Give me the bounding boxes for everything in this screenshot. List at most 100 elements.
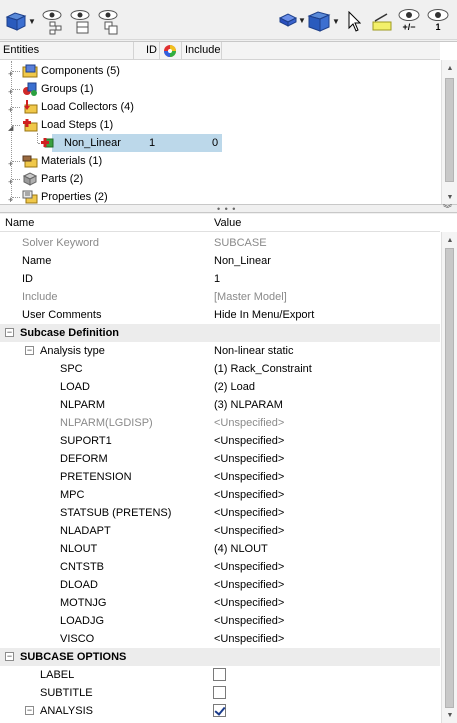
entity-state-button[interactable] — [40, 9, 64, 35]
property-name: DEFORM — [60, 453, 108, 465]
property-name: VISCO — [60, 633, 95, 645]
entity-config-icon — [98, 10, 118, 35]
collapse-group-icon[interactable]: − — [25, 706, 34, 715]
property-row[interactable]: LOADJG <Unspecified> — [0, 612, 440, 630]
scroll-thumb[interactable] — [445, 248, 454, 708]
property-row[interactable]: Include [Master Model] — [0, 288, 440, 306]
property-name: ID — [22, 273, 33, 285]
col-color[interactable] — [160, 42, 182, 60]
property-section[interactable]: − SUBCASE OPTIONS — [0, 648, 440, 666]
property-value[interactable]: <Unspecified> — [214, 414, 284, 432]
panel-splitter[interactable]: • • • ︾ — [0, 204, 457, 214]
col-include[interactable]: Include — [182, 42, 222, 60]
entity-filter-button[interactable] — [68, 9, 92, 35]
property-value[interactable]: (3) NLPARAM — [214, 396, 283, 414]
isolate-button[interactable]: 1 — [426, 8, 450, 32]
property-row[interactable]: − Analysis type Non-linear static — [0, 342, 440, 360]
property-row[interactable]: LABEL — [0, 666, 440, 684]
scroll-down-icon[interactable]: ▼ — [442, 707, 457, 723]
property-value[interactable]: SUBCASE — [214, 234, 267, 252]
property-row[interactable]: Name Non_Linear — [0, 252, 440, 270]
col-id[interactable]: ID — [134, 42, 160, 60]
property-row[interactable]: DLOAD <Unspecified> — [0, 576, 440, 594]
option-checkbox[interactable] — [213, 668, 226, 681]
collapse-group-icon[interactable]: − — [25, 346, 34, 355]
property-row[interactable]: LOAD (2) Load — [0, 378, 440, 396]
tree-item-load-collectors[interactable]: + Load Collectors (4) — [0, 98, 440, 116]
tree-body: + Components (5) + Groups (1) + Load Col… — [0, 61, 440, 207]
property-value[interactable]: <Unspecified> — [214, 630, 284, 648]
property-row[interactable]: DEFORM <Unspecified> — [0, 450, 440, 468]
view-mode-button[interactable]: ▼ — [307, 9, 340, 33]
property-value[interactable]: <Unspecified> — [214, 450, 284, 468]
property-row[interactable]: SUBTITLE — [0, 684, 440, 702]
show-hide-button[interactable]: +/− — [397, 8, 421, 32]
property-value[interactable]: <Unspecified> — [214, 558, 284, 576]
tree-item-non-linear[interactable]: Non_Linear 1 0 — [0, 134, 440, 152]
load-step-icon — [41, 138, 54, 148]
load-collectors-icon — [24, 100, 38, 114]
property-value[interactable]: (1) Rack_Constraint — [214, 360, 312, 378]
property-row[interactable]: NLADAPT <Unspecified> — [0, 522, 440, 540]
property-row[interactable]: VISCO <Unspecified> — [0, 630, 440, 648]
property-section[interactable]: − Subcase Definition — [0, 324, 440, 342]
load-steps-icon — [23, 119, 38, 132]
scroll-thumb[interactable] — [445, 78, 454, 182]
entity-view-button[interactable]: ▼ — [5, 11, 36, 31]
property-row[interactable]: User Comments Hide In Menu/Export — [0, 306, 440, 324]
property-row[interactable]: NLPARM(LGDISP) <Unspecified> — [0, 414, 440, 432]
tree-scrollbar[interactable]: ▲ ▼ — [441, 60, 457, 205]
property-value[interactable]: <Unspecified> — [214, 522, 284, 540]
property-row[interactable]: MOTNJG <Unspecified> — [0, 594, 440, 612]
property-value[interactable]: Non_Linear — [214, 252, 271, 270]
highlight-button[interactable] — [371, 12, 393, 32]
scroll-up-icon[interactable]: ▲ — [442, 60, 457, 76]
property-row[interactable]: − ANALYSIS — [0, 702, 440, 720]
property-value[interactable]: <Unspecified> — [214, 486, 284, 504]
property-value[interactable]: <Unspecified> — [214, 468, 284, 486]
tree-item-load-steps[interactable]: ◢ Load Steps (1) — [0, 116, 440, 134]
option-checkbox[interactable] — [213, 704, 226, 717]
property-row[interactable]: Solver Keyword SUBCASE — [0, 234, 440, 252]
tree-item-id: 1 — [149, 137, 156, 149]
property-name: STATSUB (PRETENS) — [60, 507, 172, 519]
property-value[interactable]: [Master Model] — [214, 288, 287, 306]
isolate-label: 1 — [435, 22, 441, 32]
property-value[interactable]: Non-linear static — [214, 342, 293, 360]
tree-item-components[interactable]: + Components (5) — [0, 62, 440, 80]
property-grid: Name Value Solver Keyword SUBCASE Name Non_… — [0, 214, 457, 723]
property-row[interactable]: PRETENSION <Unspecified> — [0, 468, 440, 486]
property-value[interactable]: <Unspecified> — [214, 504, 284, 522]
property-name: MOTNJG — [60, 597, 107, 609]
scroll-up-icon[interactable]: ▲ — [442, 232, 457, 248]
tree-item-parts[interactable]: + Parts (2) — [0, 170, 440, 188]
tree-item-label: Non_Linear — [64, 137, 121, 149]
option-checkbox[interactable] — [213, 686, 226, 699]
entity-config-button[interactable] — [96, 9, 120, 35]
tree-item-groups[interactable]: + Groups (1) — [0, 80, 440, 98]
property-value[interactable]: (4) NLOUT — [214, 540, 268, 558]
view-mode-icon — [307, 11, 331, 32]
collapse-section-icon[interactable]: − — [5, 652, 14, 661]
tree-item-materials[interactable]: + Materials (1) — [0, 152, 440, 170]
property-row[interactable]: MPC <Unspecified> — [0, 486, 440, 504]
property-scrollbar[interactable]: ▲ ▼ — [441, 232, 457, 723]
property-value[interactable]: (2) Load — [214, 378, 255, 396]
property-row[interactable]: STATSUB (PRETENS) <Unspecified> — [0, 504, 440, 522]
property-value[interactable]: <Unspecified> — [214, 576, 284, 594]
property-row[interactable]: SUPORT1 <Unspecified> — [0, 432, 440, 450]
property-row[interactable]: NLOUT (4) NLOUT — [0, 540, 440, 558]
col-entities[interactable]: Entities — [0, 42, 134, 60]
select-cursor-button[interactable] — [347, 11, 361, 33]
property-value[interactable]: <Unspecified> — [214, 432, 284, 450]
property-value[interactable]: <Unspecified> — [214, 594, 284, 612]
property-value[interactable]: <Unspecified> — [214, 612, 284, 630]
property-row[interactable]: SPC (1) Rack_Constraint — [0, 360, 440, 378]
collapse-section-icon[interactable]: − — [5, 328, 14, 337]
property-row[interactable]: CNTSTB <Unspecified> — [0, 558, 440, 576]
display-mode-button[interactable]: ▼ — [279, 12, 306, 28]
property-row[interactable]: NLPARM (3) NLPARAM — [0, 396, 440, 414]
property-row[interactable]: ID 1 — [0, 270, 440, 288]
property-value[interactable]: 1 — [214, 270, 220, 288]
property-value[interactable]: Hide In Menu/Export — [214, 306, 314, 324]
